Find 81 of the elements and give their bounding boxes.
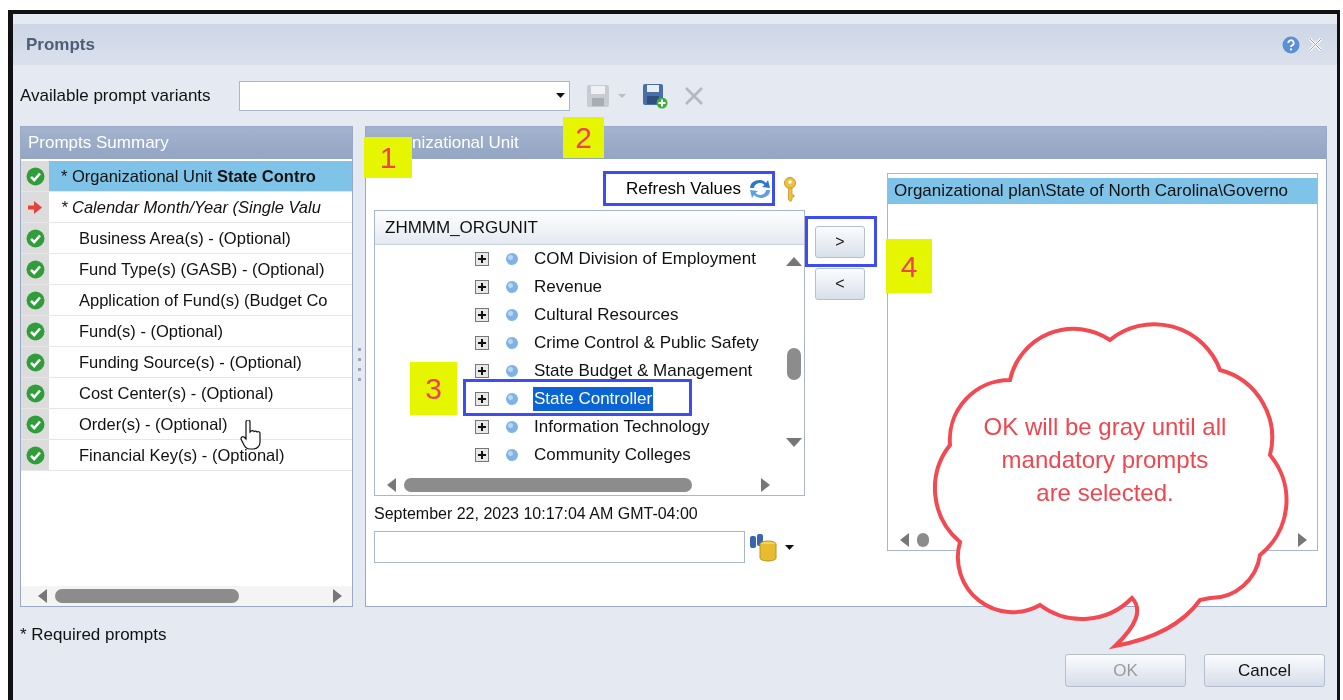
arrow-icon (28, 200, 42, 214)
expand-icon[interactable] (475, 252, 489, 266)
refresh-icon (747, 178, 773, 200)
scroll-left-arrow[interactable] (387, 478, 396, 492)
expand-icon[interactable] (475, 420, 489, 434)
tree-node[interactable]: Cultural Resources (533, 303, 680, 327)
check-icon (25, 383, 45, 403)
caret-icon[interactable] (785, 544, 794, 550)
selected-value[interactable]: Organizational plan\State of North Carolina\Governo (888, 178, 1317, 204)
check-icon (25, 445, 45, 465)
step-marker: 3 (410, 362, 457, 415)
move-button[interactable]: < (815, 268, 865, 300)
check-icon (25, 414, 45, 434)
expand-icon[interactable] (475, 392, 489, 406)
scroll-right-arrow[interactable] (761, 478, 770, 492)
prompt-item[interactable]: * Calendar Month/Year (Single Valu (49, 192, 352, 222)
node-dot-icon (505, 336, 519, 350)
check-icon (25, 259, 45, 279)
hand-cursor-icon (240, 420, 262, 450)
caret-icon (555, 93, 565, 98)
check-icon (25, 166, 45, 186)
field-label: Available prompt variants (20, 84, 211, 107)
check-icon (25, 352, 45, 372)
tree-node[interactable]: Crime Control & Public Safety (533, 331, 760, 355)
footnote-text: * Required prompts (20, 624, 167, 646)
tree-node[interactable]: COM Division of Employment (533, 247, 757, 271)
move-button[interactable]: > (815, 226, 865, 258)
expand-icon[interactable] (475, 308, 489, 322)
step-marker: 4 (886, 239, 932, 293)
node-dot-icon (505, 252, 519, 266)
search-field[interactable] (374, 531, 745, 563)
prompt-item[interactable]: Fund Type(s) (GASB) - (Optional) (49, 254, 352, 284)
prompt-item[interactable]: Business Area(s) - (Optional) (49, 223, 352, 253)
scroll-down-arrow[interactable] (786, 438, 802, 447)
key-icon (783, 176, 797, 202)
expand-icon[interactable] (475, 448, 489, 462)
cancel-button[interactable]: Cancel (1204, 654, 1325, 687)
tree-node[interactable]: State Controller (533, 387, 654, 411)
tree-node[interactable]: State Budget & Management (533, 359, 754, 383)
prompt-item[interactable]: Application of Fund(s) (Budget Co (49, 285, 352, 315)
scroll-left-arrow[interactable] (900, 533, 909, 547)
node-dot-icon (505, 364, 519, 378)
expand-icon[interactable] (475, 336, 489, 350)
check-icon (25, 321, 45, 341)
close-icon[interactable] (1308, 37, 1323, 52)
scroll-right-arrow[interactable] (333, 589, 342, 603)
scroll-up-arrow[interactable] (786, 257, 802, 266)
scroll-left-arrow[interactable] (38, 589, 47, 603)
scrollbar-thumb[interactable] (917, 533, 929, 547)
help-icon[interactable] (1282, 35, 1300, 54)
node-dot-icon (505, 280, 519, 294)
timestamp-text: September 22, 2023 10:17:04 AM GMT-04:00 (374, 504, 699, 524)
prompt-item[interactable]: Financial Key(s) - (Optional) (49, 440, 352, 470)
prompt-item[interactable]: Order(s) - (Optional) (49, 409, 352, 439)
scroll-right-arrow[interactable] (1298, 533, 1307, 547)
step-marker: 1 (364, 137, 412, 178)
expand-icon[interactable] (475, 280, 489, 294)
node-dot-icon (505, 392, 519, 406)
node-dot-icon (505, 420, 519, 434)
prompt-item[interactable]: Cost Center(s) - (Optional) (49, 378, 352, 408)
tree-node[interactable]: Information Technology (533, 415, 711, 439)
node-dot-icon (505, 308, 519, 322)
scrollbar-thumb[interactable] (55, 589, 239, 603)
tree-node[interactable]: Revenue (533, 275, 604, 299)
scrollbar-thumb[interactable] (404, 478, 692, 492)
check-icon (25, 290, 45, 310)
tree-node[interactable]: Community Colleges (533, 443, 692, 467)
expand-icon[interactable] (475, 364, 489, 378)
prompt-item[interactable]: Fund(s) - (Optional) (49, 316, 352, 346)
check-icon (25, 228, 45, 248)
highlight-frame (805, 216, 877, 267)
panel-header: Prompts Summary (21, 127, 352, 159)
prompt-item[interactable]: Funding Source(s) - (Optional) (49, 347, 352, 377)
callout-text: OK will be gray until all mandatory prompts are selected. (983, 412, 1227, 508)
window-title: Prompts (26, 33, 95, 56)
splitter-grip[interactable] (358, 346, 362, 382)
node-dot-icon (505, 448, 519, 462)
scrollbar-thumb[interactable] (787, 348, 801, 380)
prompt-item[interactable]: * Organizational Unit State Contro (49, 161, 352, 191)
save-as-icon[interactable] (641, 82, 668, 109)
step-marker: 2 (563, 117, 604, 158)
